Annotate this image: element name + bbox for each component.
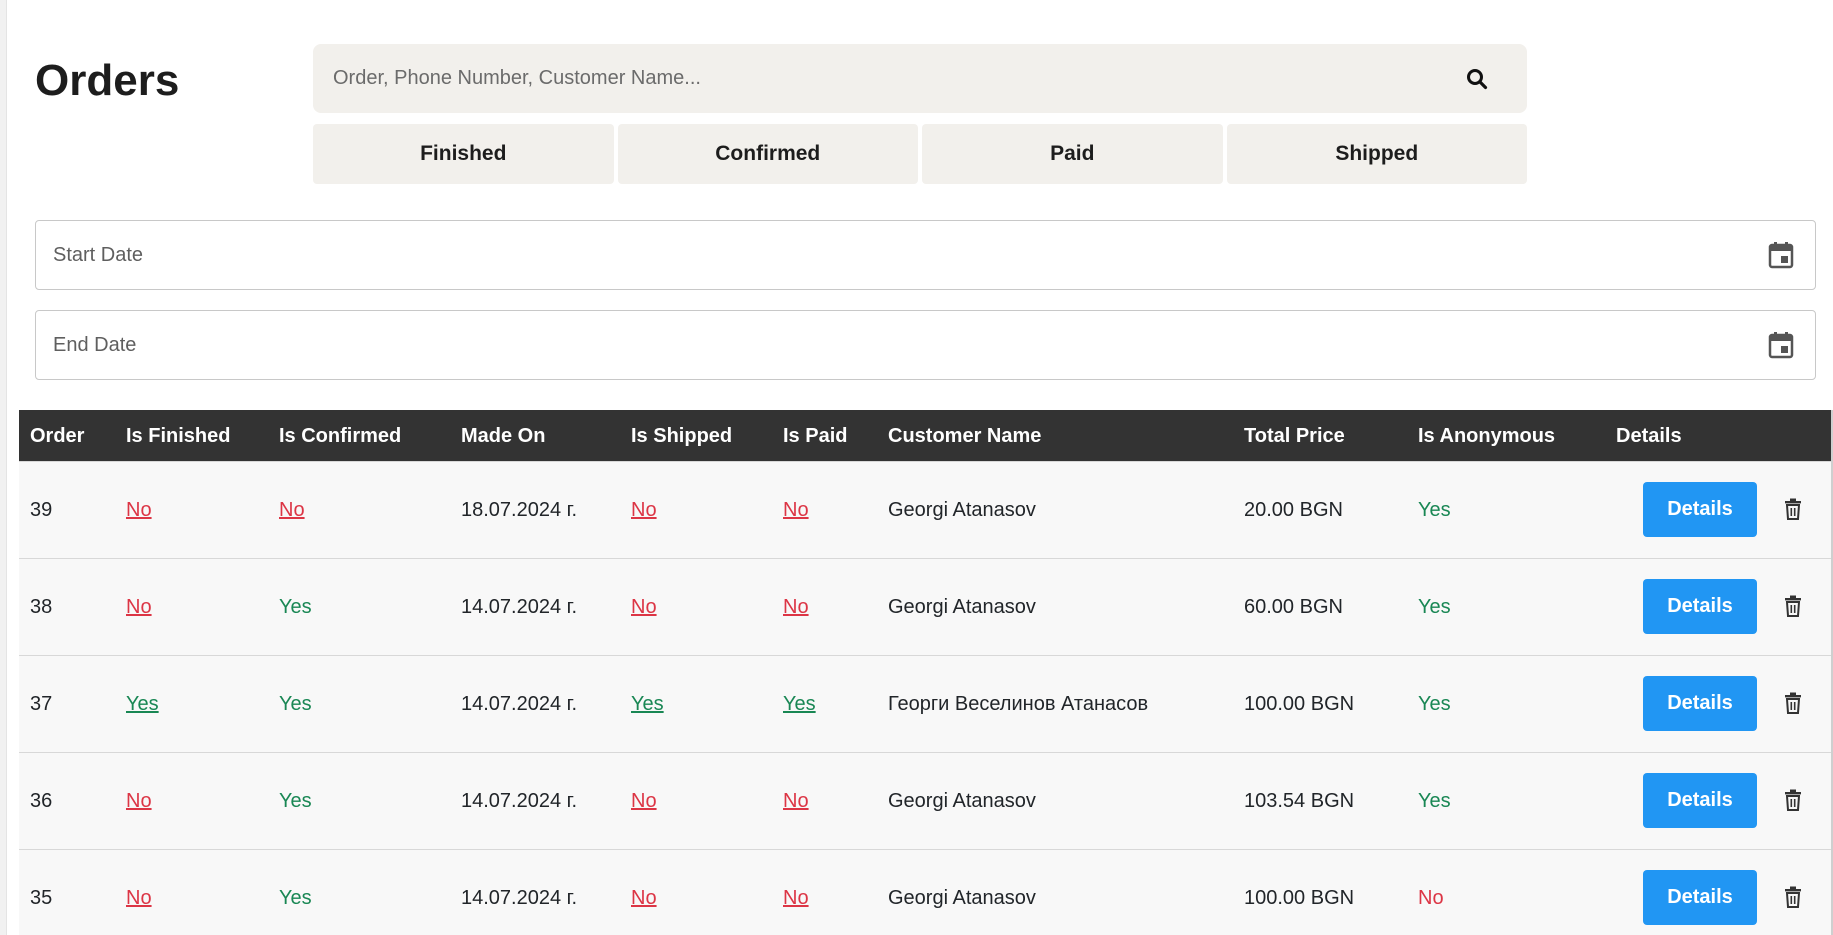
customer-name: Georgi Atanasov [888, 596, 1036, 618]
order-number: 37 [30, 693, 53, 715]
header-is-confirmed: Is Confirmed [279, 425, 402, 447]
start-date-field[interactable]: Start Date [35, 220, 1816, 290]
table-row: 38 No Yes 14.07.2024 г. No No Georgi Ata… [19, 558, 1833, 655]
is-anonymous-value: Yes [1418, 596, 1451, 618]
order-number: 39 [30, 499, 53, 521]
is-confirmed-value: Yes [279, 693, 312, 715]
details-button[interactable]: Details [1643, 870, 1757, 925]
header-total-price: Total Price [1244, 425, 1345, 447]
is-anonymous-value: Yes [1418, 790, 1451, 812]
is-paid-toggle[interactable]: No [783, 850, 809, 935]
details-button[interactable]: Details [1643, 482, 1757, 537]
is-anonymous-value: Yes [1418, 499, 1451, 521]
made-on-date: 14.07.2024 г. [461, 887, 578, 909]
order-number: 38 [30, 596, 53, 618]
is-shipped-toggle[interactable]: No [631, 559, 657, 655]
details-button[interactable]: Details [1643, 579, 1757, 634]
is-shipped-toggle[interactable]: Yes [631, 656, 664, 752]
customer-name: Георги Веселинов Атанасов [888, 693, 1149, 715]
filter-shipped-button[interactable]: Shipped [1226, 124, 1527, 184]
header-is-paid: Is Paid [783, 425, 848, 447]
page-title: Orders [35, 56, 180, 105]
total-price: 20.00 BGN [1244, 499, 1343, 521]
is-anonymous-value: No [1418, 887, 1444, 909]
is-finished-toggle[interactable]: No [126, 753, 152, 849]
total-price: 100.00 BGN [1244, 887, 1355, 909]
is-finished-toggle[interactable]: No [126, 850, 152, 935]
is-shipped-toggle[interactable]: No [631, 462, 657, 558]
order-number: 35 [30, 887, 53, 909]
trash-icon[interactable] [1783, 789, 1803, 811]
is-paid-toggle[interactable]: No [783, 753, 809, 849]
trash-icon[interactable] [1783, 595, 1803, 617]
search-input[interactable] [313, 43, 1447, 114]
total-price: 103.54 BGN [1244, 790, 1355, 812]
table-header: Order Is Finished Is Confirmed Made On I… [19, 410, 1833, 461]
is-finished-toggle[interactable]: No [126, 559, 152, 655]
header-order: Order [30, 425, 85, 447]
orders-page: Orders Finished Confirmed Paid Shipped S… [0, 0, 1833, 935]
trash-icon[interactable] [1783, 498, 1803, 520]
header-is-finished: Is Finished [126, 425, 231, 447]
made-on-date: 18.07.2024 г. [461, 499, 578, 521]
table-row: 37 Yes Yes 14.07.2024 г. Yes Yes Георги … [19, 655, 1833, 752]
made-on-date: 14.07.2024 г. [461, 790, 578, 812]
table-row: 35 No Yes 14.07.2024 г. No No Georgi Ata… [19, 849, 1833, 935]
filter-finished-button[interactable]: Finished [313, 124, 614, 184]
customer-name: Georgi Atanasov [888, 790, 1036, 812]
status-filter-group: Finished Confirmed Paid Shipped [313, 124, 1527, 184]
trash-icon[interactable] [1783, 886, 1803, 908]
is-confirmed-value: Yes [279, 596, 312, 618]
start-date-label: Start Date [53, 243, 144, 266]
details-button[interactable]: Details [1643, 773, 1757, 828]
is-confirmed-value: Yes [279, 790, 312, 812]
customer-name: Georgi Atanasov [888, 887, 1036, 909]
orders-table: Order Is Finished Is Confirmed Made On I… [19, 410, 1833, 935]
header-customer-name: Customer Name [888, 425, 1042, 447]
total-price: 60.00 BGN [1244, 596, 1343, 618]
is-anonymous-value: Yes [1418, 693, 1451, 715]
filter-confirmed-button[interactable]: Confirmed [617, 124, 918, 184]
made-on-date: 14.07.2024 г. [461, 693, 578, 715]
is-finished-toggle[interactable]: Yes [126, 656, 159, 752]
is-confirmed-value: Yes [279, 887, 312, 909]
end-date-label: End Date [53, 333, 137, 356]
header-is-shipped: Is Shipped [631, 425, 733, 447]
customer-name: Georgi Atanasov [888, 499, 1036, 521]
filter-paid-button[interactable]: Paid [922, 124, 1223, 184]
header-details: Details [1616, 425, 1682, 447]
trash-icon[interactable] [1783, 692, 1803, 714]
made-on-date: 14.07.2024 г. [461, 596, 578, 618]
end-date-field[interactable]: End Date [35, 310, 1816, 380]
order-number: 36 [30, 790, 53, 812]
header-is-anonymous: Is Anonymous [1418, 425, 1556, 447]
table-row: 39 No No 18.07.2024 г. No No Georgi Atan… [19, 461, 1833, 558]
is-confirmed-toggle[interactable]: No [279, 462, 305, 558]
table-row: 36 No Yes 14.07.2024 г. No No Georgi Ata… [19, 752, 1833, 849]
is-paid-toggle[interactable]: Yes [783, 656, 816, 752]
calendar-icon[interactable] [1761, 241, 1801, 269]
total-price: 100.00 BGN [1244, 693, 1355, 715]
search-icon[interactable] [1447, 44, 1507, 113]
is-shipped-toggle[interactable]: No [631, 850, 657, 935]
header-made-on: Made On [461, 425, 546, 447]
is-finished-toggle[interactable]: No [126, 462, 152, 558]
details-button[interactable]: Details [1643, 676, 1757, 731]
calendar-icon[interactable] [1761, 331, 1801, 359]
is-paid-toggle[interactable]: No [783, 559, 809, 655]
is-paid-toggle[interactable]: No [783, 462, 809, 558]
left-edge [0, 0, 7, 935]
is-shipped-toggle[interactable]: No [631, 753, 657, 849]
search-bar [313, 43, 1527, 114]
